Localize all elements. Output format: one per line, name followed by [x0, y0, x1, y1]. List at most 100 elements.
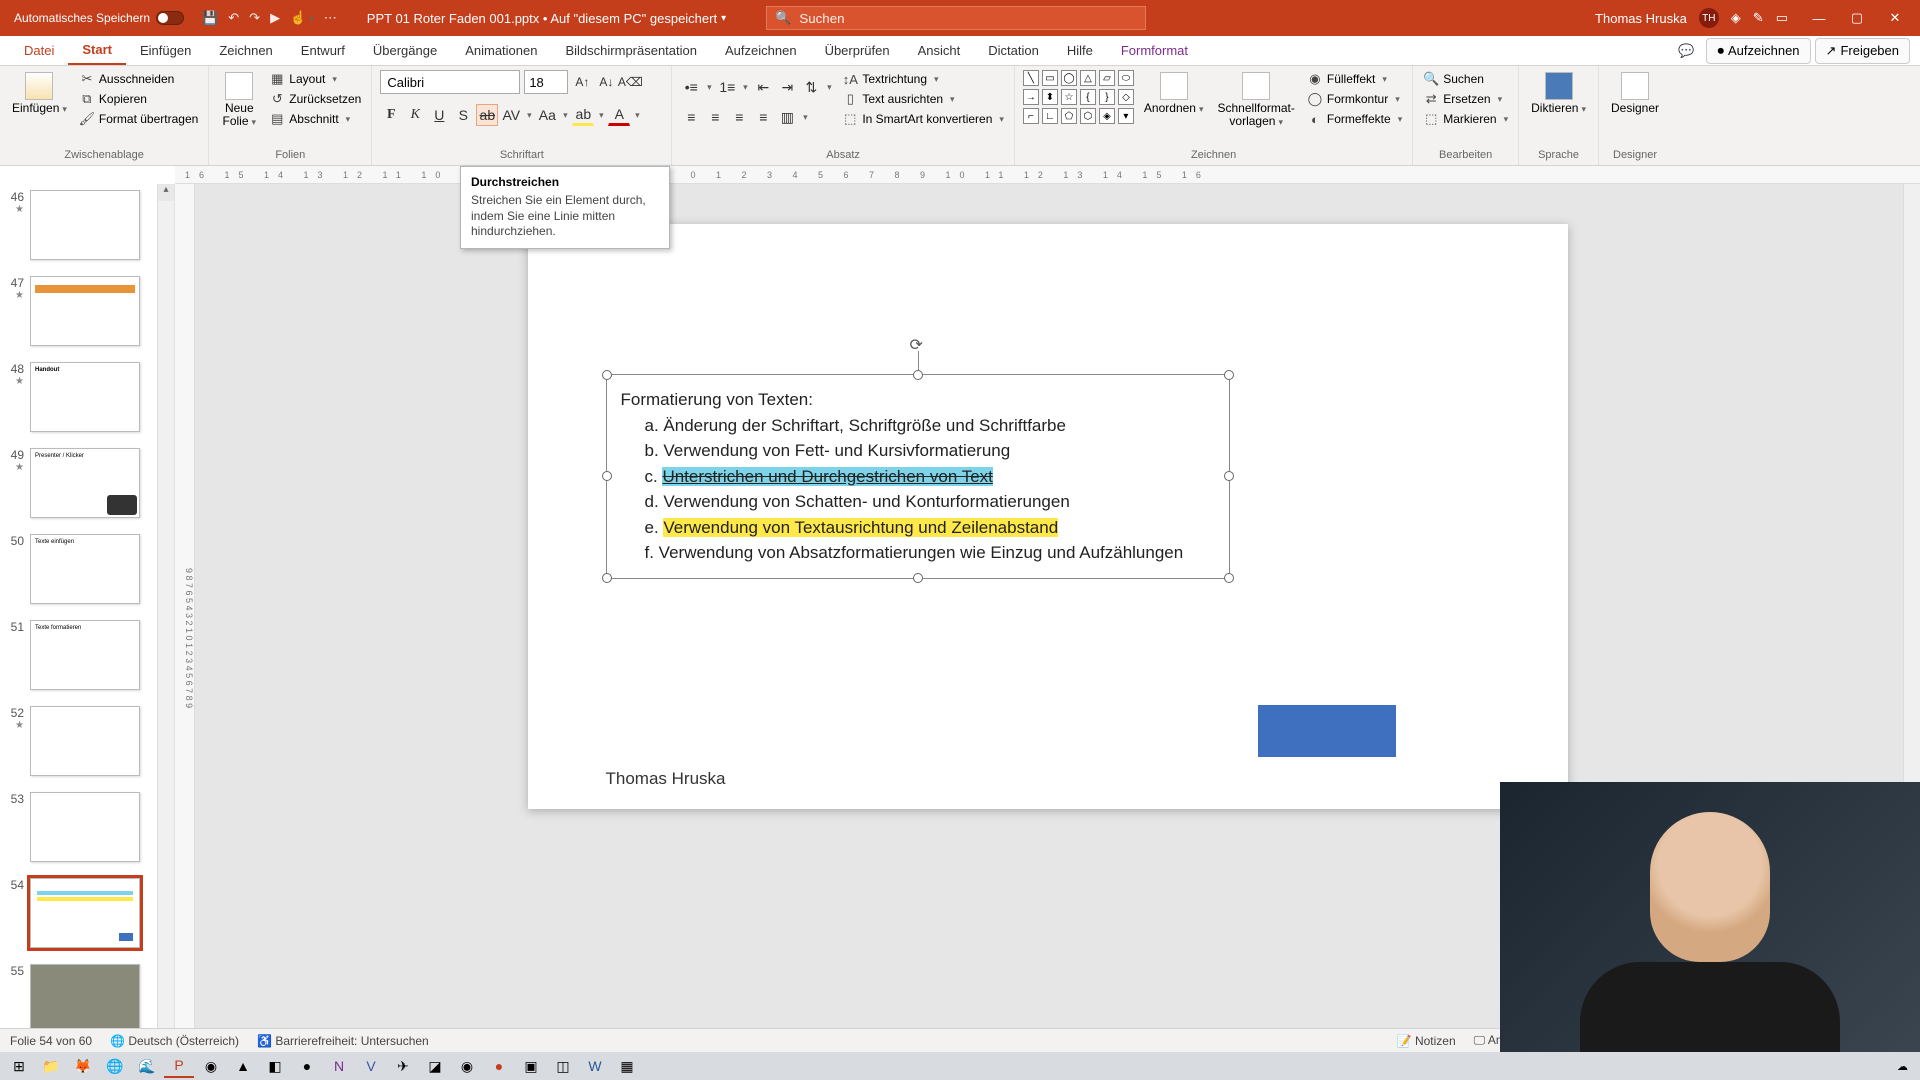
align-left-icon[interactable]: ≡: [680, 106, 702, 128]
firefox-icon[interactable]: 🦊: [68, 1054, 98, 1078]
justify-icon[interactable]: ≡: [752, 106, 774, 128]
touch-mode-icon[interactable]: ☝: [290, 10, 314, 26]
tab-shape-format[interactable]: Formformat: [1107, 36, 1202, 65]
coming-soon-icon[interactable]: ◈: [1731, 10, 1741, 26]
tab-file[interactable]: Datei: [10, 36, 68, 65]
edge-icon[interactable]: 🌊: [132, 1054, 162, 1078]
chevron-down-icon[interactable]: ▾: [560, 110, 570, 121]
section-button[interactable]: ▤Abschnitt: [267, 110, 363, 128]
columns-button[interactable]: ▥: [776, 106, 798, 128]
resize-handle[interactable]: [1224, 573, 1234, 583]
increase-font-icon[interactable]: A↑: [572, 72, 592, 92]
chevron-down-icon[interactable]: ▾: [596, 110, 606, 121]
visio-icon[interactable]: V: [356, 1054, 386, 1078]
align-right-icon[interactable]: ≡: [728, 106, 750, 128]
tab-insert[interactable]: Einfügen: [126, 36, 205, 65]
app-icon[interactable]: ◪: [420, 1054, 450, 1078]
weather-icon[interactable]: ☁: [1897, 1060, 1908, 1073]
smartart-button[interactable]: ⬚In SmartArt konvertieren: [840, 110, 1006, 128]
comments-icon[interactable]: 💬: [1670, 39, 1702, 63]
tab-home[interactable]: Start: [68, 36, 126, 65]
tab-animations[interactable]: Animationen: [451, 36, 551, 65]
chevron-down-icon[interactable]: ▾: [721, 13, 726, 24]
from-beginning-icon[interactable]: ▶: [270, 10, 280, 26]
tab-view[interactable]: Ansicht: [904, 36, 975, 65]
replace-button[interactable]: ⇄Ersetzen: [1421, 90, 1510, 108]
thumb-46[interactable]: 46★: [0, 184, 174, 270]
thumb-53[interactable]: 53: [0, 786, 174, 872]
rotate-handle-icon[interactable]: [910, 335, 926, 351]
tab-transitions[interactable]: Übergänge: [359, 36, 451, 65]
find-button[interactable]: 🔍Suchen: [1421, 70, 1510, 88]
scroll-up-icon[interactable]: ▴: [158, 184, 174, 201]
ruler-vertical[interactable]: 9 8 7 6 5 4 3 2 1 0 1 2 3 4 5 6 7 8 9: [175, 184, 195, 1052]
tab-design[interactable]: Entwurf: [287, 36, 359, 65]
undo-icon[interactable]: ↶: [228, 10, 239, 26]
align-text-button[interactable]: ▯Text ausrichten: [840, 90, 1006, 108]
minimize-button[interactable]: —: [1800, 0, 1838, 36]
tab-draw[interactable]: Zeichnen: [205, 36, 286, 65]
record-button[interactable]: ⏺Aufzeichnen: [1706, 38, 1810, 64]
document-title[interactable]: PPT 01 Roter Faden 001.pptx • Auf "diese…: [367, 11, 726, 26]
tab-help[interactable]: Hilfe: [1053, 36, 1107, 65]
layout-button[interactable]: ▦Layout: [267, 70, 363, 88]
designer-button[interactable]: Designer: [1607, 70, 1663, 117]
app-icon[interactable]: ●: [484, 1054, 514, 1078]
vlc-icon[interactable]: ▲: [228, 1054, 258, 1078]
text-box[interactable]: Formatierung von Texten: a. Änderung der…: [606, 374, 1230, 579]
bullets-button[interactable]: •≡: [680, 76, 702, 98]
chevron-down-icon[interactable]: ▾: [704, 82, 714, 93]
tab-dictation[interactable]: Dictation: [974, 36, 1053, 65]
maximize-button[interactable]: ▢: [1838, 0, 1876, 36]
line-spacing-button[interactable]: ⇅: [800, 76, 822, 98]
text-content[interactable]: Formatierung von Texten: a. Änderung der…: [607, 375, 1229, 578]
tab-slideshow[interactable]: Bildschirmpräsentation: [551, 36, 711, 65]
copy-button[interactable]: ⧉Kopieren: [77, 90, 200, 108]
word-icon[interactable]: W: [580, 1054, 610, 1078]
thumb-50[interactable]: 50Texte einfügen: [0, 528, 174, 614]
user-avatar[interactable]: TH: [1699, 8, 1719, 28]
reset-button[interactable]: ↺Zurücksetzen: [267, 90, 363, 108]
resize-handle[interactable]: [602, 573, 612, 583]
dictate-button[interactable]: Diktieren: [1527, 70, 1590, 117]
chevron-down-icon[interactable]: ▾: [740, 82, 750, 93]
decrease-indent-icon[interactable]: ⇤: [752, 76, 774, 98]
underline-button[interactable]: U: [428, 104, 450, 126]
arrange-button[interactable]: Anordnen: [1140, 70, 1208, 117]
resize-handle[interactable]: [913, 370, 923, 380]
system-tray[interactable]: ☁: [1897, 1060, 1916, 1073]
accessibility-check[interactable]: ♿ Barrierefreiheit: Untersuchen: [257, 1034, 429, 1048]
toggle-switch-icon[interactable]: [156, 11, 184, 25]
text-direction-button[interactable]: ↕ATextrichtung: [840, 70, 1006, 88]
cut-button[interactable]: ✂Ausschneiden: [77, 70, 200, 88]
thumb-54[interactable]: 54: [0, 872, 174, 958]
qat-more-icon[interactable]: ⋯: [324, 10, 337, 26]
strikethrough-button[interactable]: ab: [476, 104, 498, 126]
resize-handle[interactable]: [602, 370, 612, 380]
thumb-51[interactable]: 51Texte formatieren: [0, 614, 174, 700]
ruler-horizontal[interactable]: 16 15 14 13 12 11 10 9 8 7 6 5 4 3 2 1 0…: [175, 166, 1920, 184]
app-icon[interactable]: ◫: [548, 1054, 578, 1078]
shape-outline-button[interactable]: ◯Formkontur: [1305, 90, 1404, 108]
italic-button[interactable]: K: [404, 104, 426, 126]
shapes-gallery[interactable]: ╲▭◯△▱⬭ →⬍☆{}◇ ⌐∟⬠⬡◈▾: [1023, 70, 1134, 124]
app-icon[interactable]: ◧: [260, 1054, 290, 1078]
explorer-icon[interactable]: 📁: [36, 1054, 66, 1078]
search-input[interactable]: [799, 11, 1137, 26]
font-size-input[interactable]: [524, 70, 568, 94]
slide-canvas[interactable]: Formatierung von Texten: a. Änderung der…: [528, 224, 1568, 809]
language-indicator[interactable]: 🌐 Deutsch (Österreich): [110, 1034, 239, 1048]
ribbon-display-icon[interactable]: ▭: [1776, 10, 1788, 26]
font-name-input[interactable]: [380, 70, 520, 94]
bold-button[interactable]: F: [380, 104, 402, 126]
tab-record[interactable]: Aufzeichnen: [711, 36, 811, 65]
increase-indent-icon[interactable]: ⇥: [776, 76, 798, 98]
save-icon[interactable]: 💾: [202, 10, 218, 26]
shadow-button[interactable]: S: [452, 104, 474, 126]
chrome-icon[interactable]: 🌐: [100, 1054, 130, 1078]
resize-handle[interactable]: [1224, 471, 1234, 481]
chevron-down-icon[interactable]: ▾: [524, 110, 534, 121]
shape-effects-button[interactable]: ◐Formeffekte: [1305, 110, 1404, 128]
align-center-icon[interactable]: ≡: [704, 106, 726, 128]
resize-handle[interactable]: [913, 573, 923, 583]
